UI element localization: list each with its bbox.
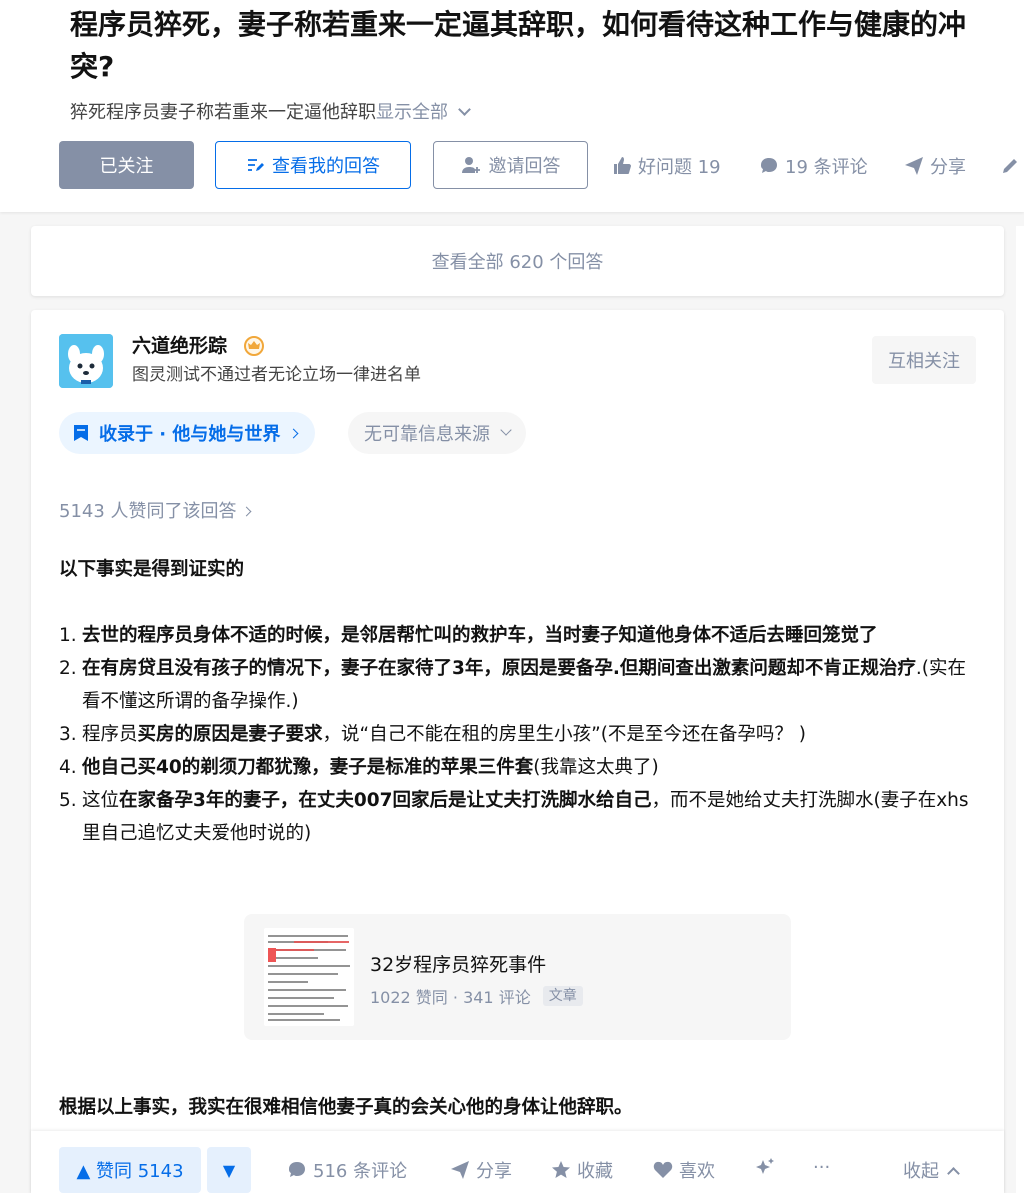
more-options-button[interactable]: ··· <box>813 1157 830 1178</box>
article-link-card[interactable]: 32岁程序员猝死事件 1022 赞同 · 341 评论 文章 <box>244 914 791 1040</box>
question-share-label: 分享 <box>930 157 966 178</box>
invite-answer-label: 邀请回答 <box>488 156 561 177</box>
answer-content: 以下事实是得到证实的 1. 去世的程序员身体不适的时候，是邻居帮忙叫的救护车，当时… <box>59 553 979 850</box>
collection-tag-label: 收录于 · 他与她与世界 <box>99 424 281 445</box>
collapse-button[interactable]: 收起 <box>903 1157 960 1183</box>
star-icon <box>551 1160 571 1180</box>
answer-share-button[interactable]: 分享 <box>450 1157 512 1183</box>
avatar[interactable] <box>59 334 113 388</box>
paper-plane-icon <box>450 1160 470 1180</box>
list-item-text: ，说“自己不能在租的房里生小孩”(不是至今还在备孕吗？ ) <box>322 724 807 745</box>
followed-label: 已关注 <box>99 156 154 177</box>
heart-icon <box>653 1160 673 1180</box>
article-kind-badge: 文章 <box>542 986 583 1006</box>
thumbs-up-icon <box>612 156 632 176</box>
list-item-number: 1. <box>59 625 77 646</box>
question-title: 程序员猝死，妻子称若重来一定逼其辞职，如何看待这种工作与健康的冲突? <box>70 8 967 83</box>
list-item-bold: 去世的程序员身体不适的时候，是邻居帮忙叫的救护车，当时妻子知道他身体不适后去睡回… <box>82 625 878 646</box>
answer-action-bar: ▲ 赞同 5143 ▼ 516 条评论 分享 收藏 喜欢 ··· 收起 <box>31 1131 1004 1193</box>
invite-answer-button[interactable]: 邀请回答 <box>433 141 588 189</box>
followed-button[interactable]: 已关注 <box>59 141 194 189</box>
chevron-down-icon <box>500 424 512 436</box>
question-description: 猝死程序员妻子称若重来一定逼他辞职显示全部 <box>70 100 471 126</box>
adjacent-panel-edge <box>1016 226 1024 1193</box>
list-item-bold: 买房的原因是妻子要求 <box>137 724 323 745</box>
question-comments-button[interactable]: 19 条评论 <box>759 150 868 182</box>
comment-bubble-icon <box>287 1160 307 1180</box>
edit-list-icon <box>246 156 264 174</box>
like-label: 喜欢 <box>679 1161 715 1182</box>
list-item: 2. 在有房贷且没有孩子的情况下，妻子在家待了3年，原因是要备孕.但期间查出激素问… <box>59 652 979 718</box>
add-user-icon <box>461 156 481 174</box>
answer-lead: 以下事实是得到证实的 <box>59 559 245 580</box>
question-description-text: 猝死程序员妻子称若重来一定逼他辞职 <box>70 102 376 123</box>
author-name[interactable]: 六道绝形踪 <box>132 332 227 360</box>
question-header: 程序员猝死，妻子称若重来一定逼其辞职，如何看待这种工作与健康的冲突? 猝死程序员… <box>0 0 1024 212</box>
voters-label: 5143 人赞同了该回答 <box>59 501 237 522</box>
good-question-button[interactable]: 好问题 19 <box>612 150 721 182</box>
question-comments-label: 19 条评论 <box>785 157 868 178</box>
list-item-number: 3. <box>59 724 77 745</box>
crown-badge-icon <box>244 336 264 356</box>
collect-button[interactable]: 收藏 <box>551 1157 613 1183</box>
vote-down-button[interactable]: ▼ <box>207 1147 251 1193</box>
source-tag-label: 无可靠信息来源 <box>364 424 490 445</box>
source-tag[interactable]: 无可靠信息来源 <box>348 412 526 454</box>
answer-card: 六道绝形踪 图灵测试不通过者无论立场一律进名单 互相关注 收录于 · 他与她与世… <box>31 310 1004 1193</box>
list-item-text: 这位 <box>82 790 120 811</box>
edit-question-button[interactable] <box>1000 150 1024 182</box>
list-item-number: 2. <box>59 658 77 679</box>
view-all-answers-button[interactable]: 查看全部 620 个回答 <box>31 226 1004 296</box>
vote-up-button[interactable]: ▲ 赞同 5143 <box>59 1147 201 1193</box>
voters-link[interactable]: 5143 人赞同了该回答 <box>59 497 251 523</box>
list-item: 1. 去世的程序员身体不适的时候，是邻居帮忙叫的救护车，当时妻子知道他身体不适后去… <box>59 619 979 652</box>
chevron-down-icon[interactable] <box>458 103 471 116</box>
mutual-follow-button[interactable]: 互相关注 <box>872 336 976 384</box>
fact-list: 1. 去世的程序员身体不适的时候，是邻居帮忙叫的救护车，当时妻子知道他身体不适后去… <box>59 619 979 850</box>
bookmark-icon <box>73 424 89 442</box>
list-item-text: (我靠这太典了) <box>533 757 659 778</box>
article-thumbnail <box>264 928 354 1026</box>
article-meta: 1022 赞同 · 341 评论 文章 <box>370 984 583 1008</box>
view-my-answer-button[interactable]: 查看我的回答 <box>215 141 411 189</box>
article-stats: 1022 赞同 · 341 评论 <box>370 988 531 1007</box>
list-item-text: 程序员 <box>82 724 138 745</box>
collect-label: 收藏 <box>577 1161 613 1182</box>
collection-tag[interactable]: 收录于 · 他与她与世界 <box>59 412 316 454</box>
author-bio: 图灵测试不通过者无论立场一律进名单 <box>132 365 421 385</box>
answer-comments-label: 516 条评论 <box>313 1161 408 1182</box>
pencil-icon <box>1000 156 1020 176</box>
list-item: 4. 他自己买40的剃须刀都犹豫，妻子是标准的苹果三件套(我靠这太典了) <box>59 751 979 784</box>
list-item-bold: 在有房贷且没有孩子的情况下，妻子在家待了3年，原因是要备孕.但期间查出激素问题却… <box>82 658 916 679</box>
list-item-number: 5. <box>59 790 77 811</box>
collapse-label: 收起 <box>903 1161 939 1182</box>
chevron-up-icon <box>947 1166 960 1180</box>
view-my-answer-label: 查看我的回答 <box>272 156 380 177</box>
like-button[interactable]: 喜欢 <box>653 1157 715 1183</box>
comment-bubble-icon <box>759 156 779 176</box>
list-item: 5. 这位在家备孕3年的妻子，在丈夫007回家后是让丈夫打洗脚水给自己，而不是她给… <box>59 784 979 850</box>
chevron-right-icon <box>241 506 251 517</box>
list-item-bold: 在家备孕3年的妻子，在丈夫007回家后是让丈夫打洗脚水给自己 <box>119 790 652 811</box>
sparkle-icon <box>755 1157 775 1177</box>
question-share-button[interactable]: 分享 <box>904 150 966 182</box>
answer-conclusion: 根据以上事实，我实在很难相信他妻子真的会关心他的身体让他辞职。 <box>59 1097 633 1118</box>
list-item: 3. 程序员买房的原因是妻子要求，说“自己不能在租的房里生小孩”(不是至今还在备孕… <box>59 718 979 751</box>
answer-share-label: 分享 <box>476 1161 512 1182</box>
paper-plane-icon <box>904 156 924 176</box>
ai-sparkle-button[interactable] <box>755 1157 781 1177</box>
list-item-bold: 他自己买40的剃须刀都犹豫，妻子是标准的苹果三件套 <box>82 757 534 778</box>
show-all-link[interactable]: 显示全部 <box>376 102 448 123</box>
list-item-number: 4. <box>59 757 77 778</box>
chevron-right-icon <box>288 428 299 438</box>
answer-comments-button[interactable]: 516 条评论 <box>287 1157 407 1183</box>
good-question-label: 好问题 19 <box>638 157 721 178</box>
article-title: 32岁程序员猝死事件 <box>370 954 547 976</box>
